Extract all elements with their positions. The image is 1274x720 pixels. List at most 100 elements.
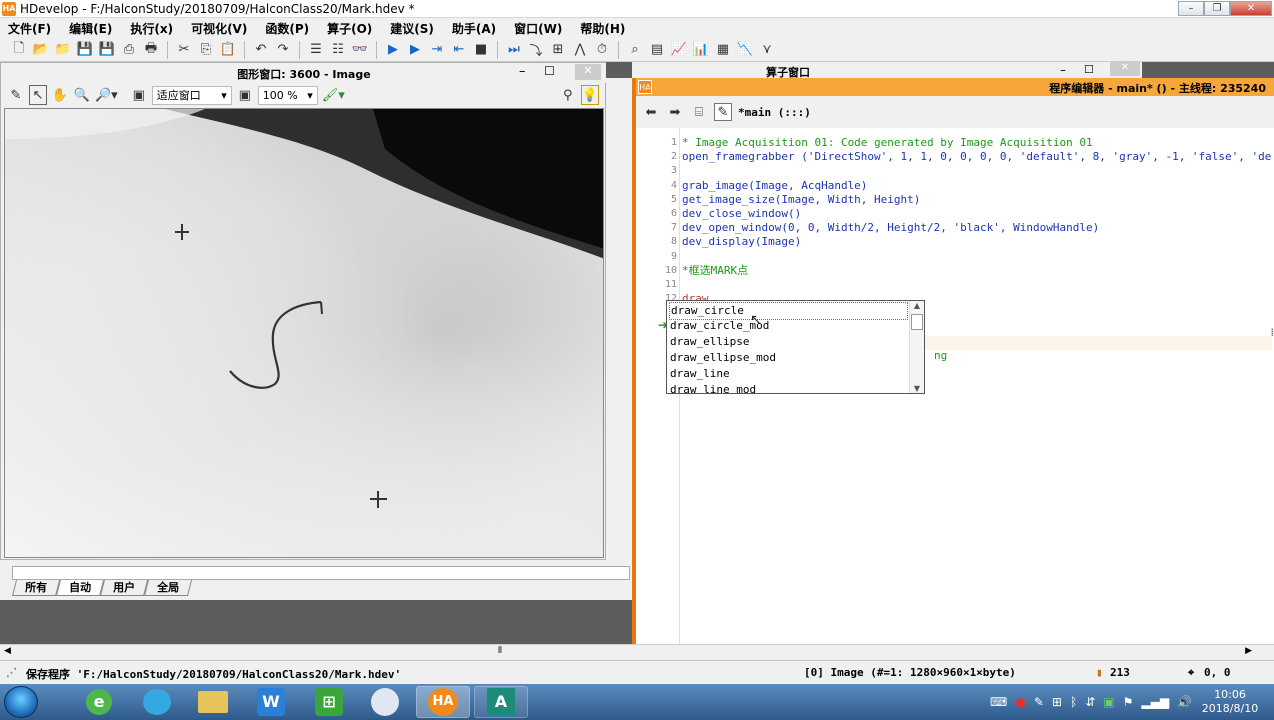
menu-suggestions[interactable]: 建议(S) [390,20,434,37]
taskbar-hdevelop[interactable]: HA [416,686,470,718]
code-line[interactable]: ng [934,349,947,363]
spreadsheet-icon[interactable]: ⊞ [302,686,356,718]
autocomplete-item[interactable]: draw_ellipse [670,334,749,350]
lightbulb-icon[interactable]: 💡 [580,85,599,105]
menu-window[interactable]: 窗口(W) [514,20,562,37]
menu-procedures[interactable]: 函数(P) [265,20,309,37]
line-profile-icon[interactable]: 📈 [670,41,688,59]
new-file-icon[interactable]: 🗋 [10,41,28,59]
export-icon[interactable]: ⎙ [120,41,138,59]
menu-execute[interactable]: 执行(x) [130,20,173,37]
autocomplete-popup[interactable]: draw_circle draw_circle_mod draw_ellipse dr… [666,300,925,394]
timer-icon[interactable]: ⏱ [593,41,611,59]
file-explorer-icon[interactable] [186,686,240,718]
nvidia-icon[interactable]: ▣ [1103,695,1114,709]
save-as-icon[interactable]: 💾 [98,41,116,59]
minimize-button[interactable]: – [1178,1,1204,16]
code-line[interactable]: dev_close_window() [682,207,801,221]
edit-procedure-icon[interactable]: ✎ [714,103,732,121]
back-arrow-icon[interactable]: ⬅ [642,103,660,121]
windows-icon[interactable]: ⊞ [1052,695,1062,709]
horizontal-scrollbar[interactable]: ◀ ⦀ ▶ [0,644,1274,660]
feature-inspection-icon[interactable]: 📉 [736,41,754,59]
menu-visualize[interactable]: 可视化(V) [191,20,247,37]
browser-360-icon[interactable]: e [72,686,126,718]
clock[interactable]: 10:06 2018/8/10 [1200,688,1260,716]
pen-icon[interactable]: ✎ [1034,695,1044,709]
wps-writer-icon[interactable]: W [244,686,298,718]
open-file-icon[interactable]: 📂 [32,41,50,59]
flag-icon[interactable]: ⚑ [1123,695,1134,709]
zoom-window-icon[interactable]: ⌕ [626,41,644,59]
code-line[interactable]: open_framegrabber ('DirectShow', 1, 1, 0… [682,150,1271,164]
tab-all[interactable]: 所有 [12,580,60,596]
pencil-icon[interactable]: ✎ [7,85,25,105]
insert-icon[interactable]: ⤵ [527,41,545,59]
paint-icon[interactable] [358,686,412,718]
menu-assistants[interactable]: 助手(A) [452,20,496,37]
start-button[interactable] [4,686,38,718]
reset-program-icon[interactable]: ⏭ [505,41,523,59]
zoom-icon[interactable]: 🔍 [73,85,91,105]
forward-arrow-icon[interactable]: ➡ [666,103,684,121]
chevron-down-icon[interactable]: ▼ [910,384,924,393]
autocomplete-item[interactable]: draw_ellipse_mod [670,350,776,366]
procedure-selector[interactable]: *main (:::) [738,106,811,119]
watch-icon[interactable]: 👓 [351,41,369,59]
menu-file[interactable]: 文件(F) [8,20,51,37]
autocomplete-scrollbar[interactable]: ▲ ▼ [909,301,924,393]
deactivate-line-icon[interactable]: ☷ [329,41,347,59]
maximize-icon[interactable]: ☐ [544,64,555,78]
stop-icon[interactable]: ■ [472,41,490,59]
splitter[interactable] [606,78,632,560]
minimize-icon[interactable]: – [519,64,526,79]
activate-line-icon[interactable]: ☰ [307,41,325,59]
close-icon[interactable]: ✕ [575,64,601,80]
pointer-icon[interactable]: ↖ [29,85,47,105]
cut-icon[interactable]: ✂ [175,41,193,59]
ocv-icon[interactable]: ⋎ [758,41,776,59]
tab-user[interactable]: 用户 [100,580,148,596]
step-over-icon[interactable]: ▶ [406,41,424,59]
tab-global[interactable]: 全局 [144,580,192,596]
chevron-left-icon[interactable]: ◀ [4,646,11,656]
chevron-right-icon[interactable]: ▶ [1245,646,1252,656]
copy-icon[interactable]: ⎘ [197,41,215,59]
scroll-grip-icon[interactable]: ⦀ [498,646,502,656]
autocomplete-item[interactable]: draw_line [670,366,730,382]
color-icon[interactable]: 🖌▾ [322,85,345,105]
code-line[interactable]: dev_open_window(0, 0, Width/2, Height/2,… [682,221,1099,235]
undo-icon[interactable]: ↶ [252,41,270,59]
variable-list[interactable] [12,566,630,580]
graph-icon[interactable]: ⋀ [571,41,589,59]
zoom-dropdown[interactable]: 100 % ▾ [257,85,318,105]
close-icon[interactable]: ✕ [1110,62,1140,76]
video-call-icon[interactable] [130,686,184,718]
code-line[interactable]: get_image_size(Image, Width, Height) [682,193,920,207]
open-example-icon[interactable]: 📁 [54,41,72,59]
step-out-icon[interactable]: ⇤ [450,41,468,59]
volume-icon[interactable]: 🔊 [1177,695,1192,709]
camera-image[interactable] [4,108,604,558]
autocomplete-item[interactable]: draw_line_mod [670,382,756,393]
close-button[interactable]: ✕ [1230,1,1272,16]
bookmark-icon[interactable]: ⊞ [549,41,567,59]
run-icon[interactable]: ▶ [384,41,402,59]
chevron-up-icon[interactable]: ▲ [910,301,924,310]
paste-icon[interactable]: 📋 [219,41,237,59]
zoom-options-icon[interactable]: 🔎▾ [95,85,118,105]
taskbar-editor[interactable]: A [474,686,528,718]
tab-auto[interactable]: 自动 [56,580,104,596]
menu-operators[interactable]: 算子(O) [327,20,372,37]
signal-icon[interactable]: ▂▄▆ [1141,695,1169,709]
fit-window-icon[interactable]: ▣ [130,85,148,105]
histogram-icon[interactable]: 📊 [692,41,710,59]
menu-edit[interactable]: 编辑(E) [69,20,112,37]
save-icon[interactable]: 💾 [76,41,94,59]
restore-button[interactable]: ❐ [1204,1,1230,16]
keyboard-icon[interactable]: ⌨ [990,695,1007,709]
redo-icon[interactable]: ↷ [274,41,292,59]
maximize-icon[interactable]: ☐ [1084,63,1094,76]
minimize-icon[interactable]: – [1060,63,1066,77]
scroll-thumb[interactable] [911,314,923,330]
